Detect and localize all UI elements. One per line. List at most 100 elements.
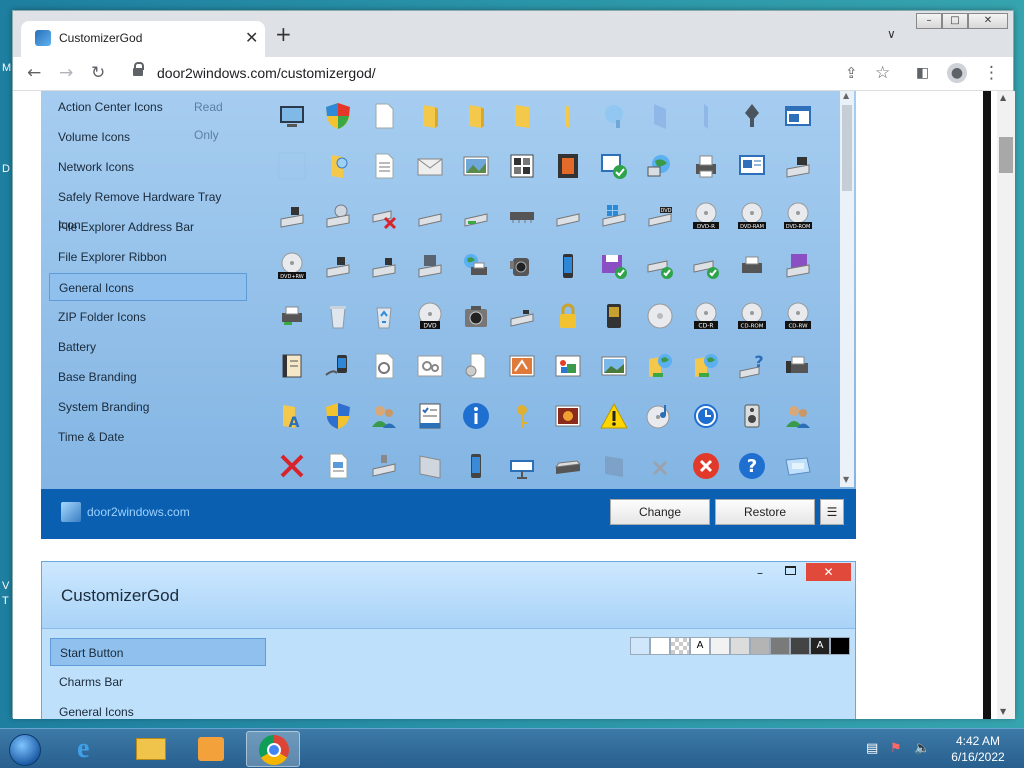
bookmark-star-icon[interactable]: ☆ bbox=[875, 63, 890, 83]
color-swatch[interactable] bbox=[790, 637, 810, 655]
floppy-drive-icon[interactable] bbox=[781, 149, 815, 183]
scroll-up-arrow-icon[interactable]: ▲ bbox=[1000, 93, 1006, 102]
sidebar-item-system-branding[interactable]: System Branding bbox=[49, 393, 247, 421]
reload-icon[interactable]: ↻ bbox=[91, 63, 105, 83]
shield-icon[interactable] bbox=[321, 99, 355, 133]
icon-grid-scrollbar[interactable]: ▲ ▼ bbox=[840, 91, 854, 487]
close-window-button[interactable]: ✕ bbox=[968, 13, 1008, 29]
volume-tray-icon[interactable]: 🔈 bbox=[914, 741, 930, 756]
sidebar-item-time-date[interactable]: Time & Date bbox=[49, 423, 247, 451]
start-button[interactable] bbox=[4, 731, 44, 767]
scroll-up-arrow-icon[interactable]: ▲ bbox=[843, 91, 849, 100]
photo-gallery-icon[interactable] bbox=[505, 149, 539, 183]
tab-close-button[interactable]: ✕ bbox=[245, 28, 258, 47]
games-icon[interactable] bbox=[735, 99, 769, 133]
network-tray-icon[interactable]: ▤ bbox=[866, 741, 878, 756]
network-globe-icon[interactable] bbox=[643, 149, 677, 183]
media-player-taskbar-button[interactable] bbox=[184, 731, 238, 767]
server-drive-icon[interactable] bbox=[413, 249, 447, 283]
sidebar-item-general-icons[interactable]: General Icons bbox=[50, 698, 248, 719]
dvd-disc-icon[interactable]: DVD bbox=[413, 299, 447, 333]
printer-drive-icon[interactable] bbox=[735, 249, 769, 283]
paint-picture-icon[interactable] bbox=[505, 349, 539, 383]
dvd-drive-icon[interactable]: DVD bbox=[643, 199, 677, 233]
clock-icon[interactable] bbox=[689, 399, 723, 433]
settings-document-icon[interactable] bbox=[367, 349, 401, 383]
browser-tab[interactable]: CustomizerGod ✕ bbox=[21, 21, 265, 57]
recycle-bin-icon[interactable] bbox=[321, 299, 355, 333]
red-x-icon[interactable] bbox=[275, 449, 309, 483]
sidebar-item-battery[interactable]: Battery bbox=[49, 333, 247, 361]
menu-button[interactable]: ☰ bbox=[820, 499, 844, 525]
drive-icon[interactable] bbox=[275, 199, 309, 233]
chrome-taskbar-button[interactable] bbox=[246, 731, 300, 767]
flag-tray-icon[interactable]: ⚑ bbox=[890, 741, 902, 756]
phone-icon[interactable] bbox=[459, 449, 493, 483]
window-icon[interactable] bbox=[781, 99, 815, 133]
network-drive-icon[interactable] bbox=[321, 199, 355, 233]
color-swatch[interactable] bbox=[650, 637, 670, 655]
scroll-thumb[interactable] bbox=[999, 137, 1013, 173]
monitor-icon[interactable] bbox=[275, 99, 309, 133]
change-button[interactable]: Change bbox=[610, 499, 710, 525]
drive-green-icon[interactable] bbox=[459, 199, 493, 233]
key-icon[interactable] bbox=[505, 399, 539, 433]
printer-icon[interactable] bbox=[689, 149, 723, 183]
forward-arrow-icon[interactable]: → bbox=[59, 63, 73, 83]
back-arrow-icon[interactable]: ← bbox=[27, 63, 41, 83]
transparent-swatch[interactable] bbox=[670, 637, 690, 655]
sidebar-item-general-icons[interactable]: General Icons bbox=[49, 273, 247, 301]
users-icon[interactable] bbox=[781, 399, 815, 433]
restore-button[interactable]: Restore bbox=[715, 499, 815, 525]
shield-icon[interactable] bbox=[321, 399, 355, 433]
grey-x-icon[interactable] bbox=[643, 449, 677, 483]
speaker-icon[interactable] bbox=[735, 399, 769, 433]
dvd-ram-icon[interactable]: DVD-RAM bbox=[735, 199, 769, 233]
sidebar-item-file-explorer-ribbon[interactable]: File Explorer Ribbon bbox=[49, 243, 247, 271]
flower-picture-icon[interactable] bbox=[551, 399, 585, 433]
color-swatch[interactable] bbox=[830, 637, 850, 655]
music-disc-icon[interactable] bbox=[643, 399, 677, 433]
side-panel-icon[interactable]: ◧ bbox=[916, 63, 929, 83]
profile-avatar-icon[interactable]: ● bbox=[947, 63, 967, 83]
color-swatch[interactable] bbox=[730, 637, 750, 655]
dvd-r-icon[interactable]: DVD-R bbox=[689, 199, 723, 233]
cd-disc-icon[interactable] bbox=[643, 299, 677, 333]
cd-rw-icon[interactable]: CD-RW bbox=[781, 299, 815, 333]
drive-icon[interactable] bbox=[413, 199, 447, 233]
help-icon[interactable]: ? bbox=[735, 449, 769, 483]
color-swatch[interactable] bbox=[710, 637, 730, 655]
unknown-drive-icon[interactable]: ? bbox=[735, 349, 769, 383]
sidebar-item-network-icons[interactable]: Network Icons bbox=[49, 153, 247, 181]
task-list-icon[interactable] bbox=[413, 399, 447, 433]
file-explorer-taskbar-button[interactable] bbox=[124, 731, 178, 767]
minimize-button[interactable]: – bbox=[757, 566, 763, 580]
error-icon[interactable] bbox=[689, 449, 723, 483]
sidebar-item-zip-folder-icons[interactable]: ZIP Folder Icons bbox=[49, 303, 247, 331]
folder-icon[interactable] bbox=[413, 99, 447, 133]
video-camera-icon[interactable] bbox=[505, 249, 539, 283]
folder-icon[interactable] bbox=[551, 99, 585, 133]
internet-explorer-taskbar-button[interactable]: e bbox=[64, 731, 118, 767]
text-swatch-dark[interactable]: A bbox=[810, 637, 830, 655]
drive-check-icon[interactable] bbox=[643, 249, 677, 283]
users-icon[interactable] bbox=[367, 399, 401, 433]
recycle-bin-full-icon[interactable] bbox=[367, 299, 401, 333]
settings-window-icon[interactable] bbox=[413, 349, 447, 383]
removable-drive-icon[interactable] bbox=[321, 249, 355, 283]
blank-icon[interactable] bbox=[275, 149, 309, 183]
sidebar-item-volume-icons[interactable]: Volume Icons bbox=[49, 123, 247, 151]
floppy-drive-icon[interactable] bbox=[781, 249, 815, 283]
cd-r-icon[interactable]: CD-R bbox=[689, 299, 723, 333]
drive-stack-icon[interactable] bbox=[367, 449, 401, 483]
landscape-picture-icon[interactable] bbox=[597, 349, 631, 383]
printer-drive-icon[interactable] bbox=[275, 299, 309, 333]
camera-icon[interactable] bbox=[459, 299, 493, 333]
device-sync-icon[interactable] bbox=[321, 349, 355, 383]
color-swatch[interactable] bbox=[770, 637, 790, 655]
minimize-button[interactable]: – bbox=[916, 13, 942, 29]
sidebar-item-action-center-icons[interactable]: Action Center Icons Read Only bbox=[49, 93, 247, 142]
sidebar-item-base-branding[interactable]: Base Branding bbox=[49, 363, 247, 391]
system-clock[interactable]: 4:42 AM 6/16/2022 bbox=[940, 733, 1016, 765]
footer-brand-text[interactable]: door2windows.com bbox=[87, 505, 190, 519]
